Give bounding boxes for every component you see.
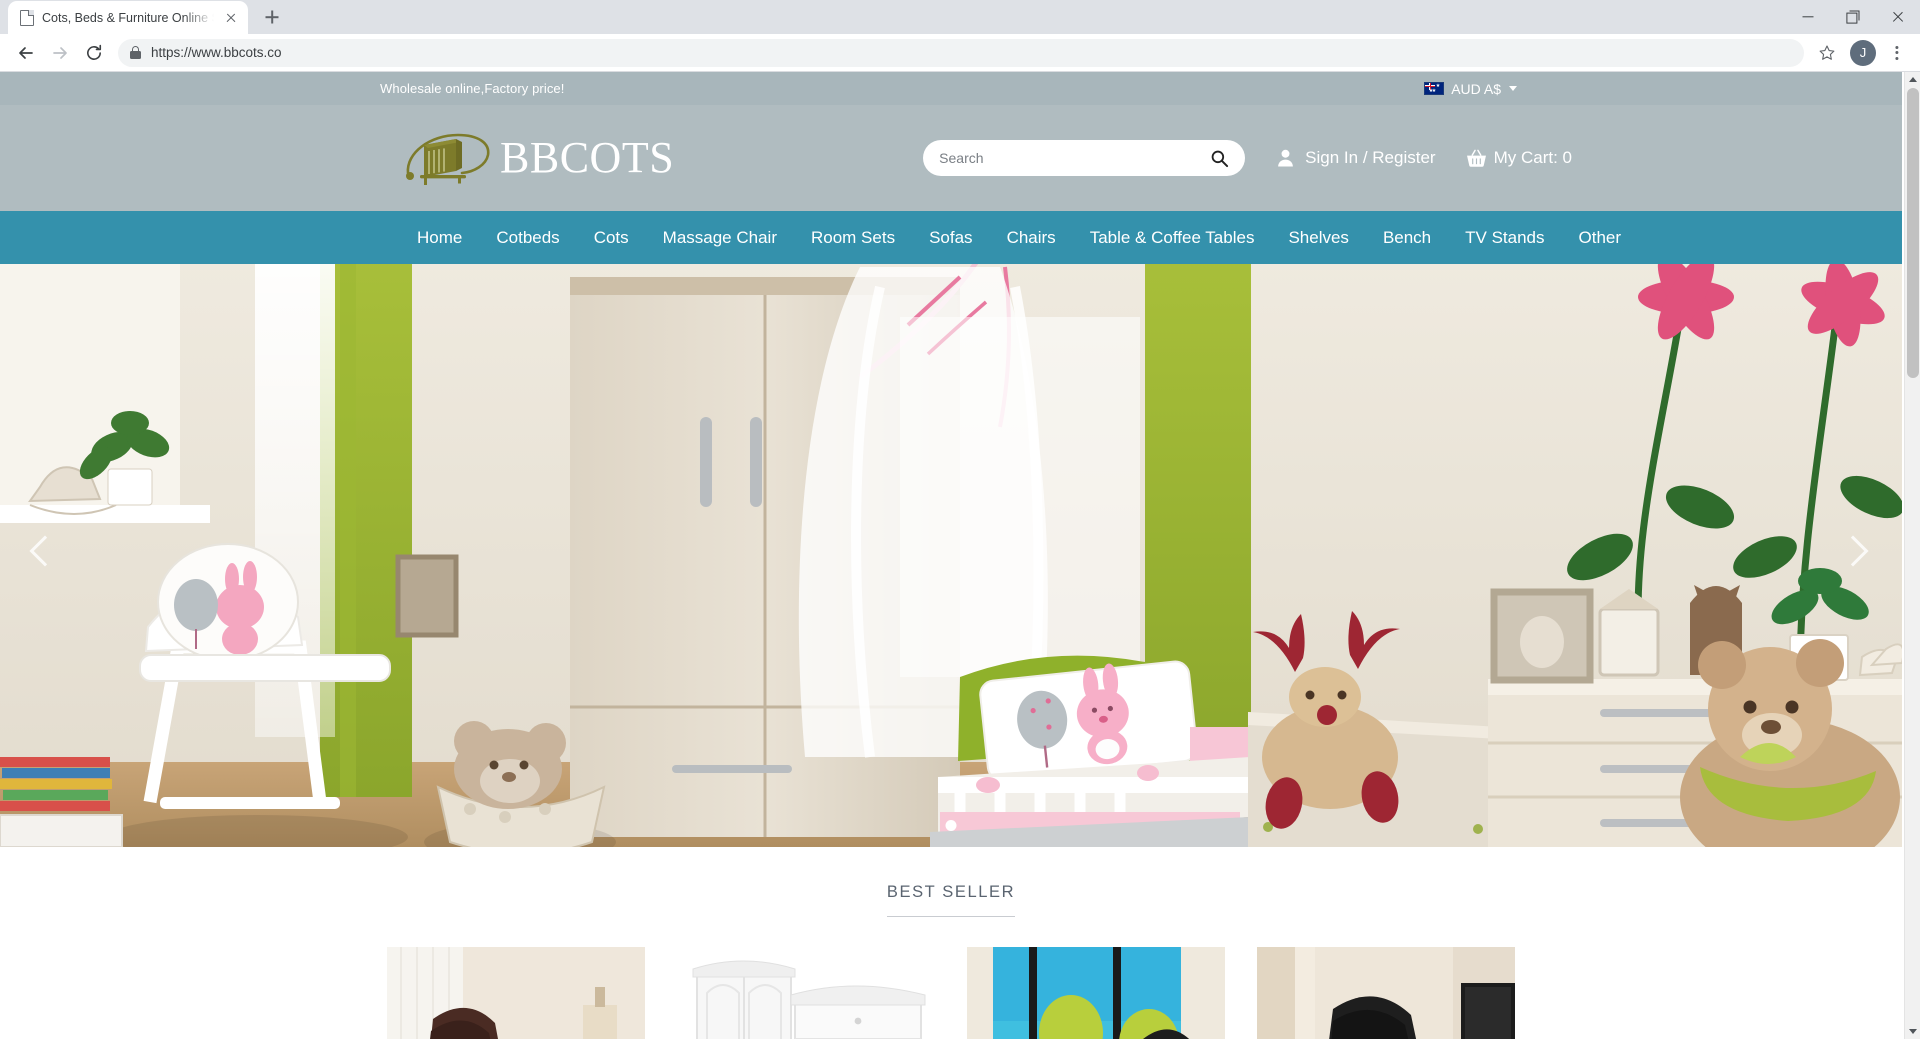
currency-label: AUD A$ (1451, 80, 1501, 97)
logo-text: BBCOTS (500, 133, 675, 182)
best-seller-section: BEST SELLER (0, 847, 1902, 1039)
nav-item-cots[interactable]: Cots (577, 214, 646, 262)
product-card[interactable] (967, 947, 1225, 1039)
browser-window: Cots, Beds & Furniture Online Sto https:… (0, 0, 1920, 1040)
product-card[interactable] (1257, 947, 1515, 1039)
cart-label: My Cart: 0 (1493, 148, 1572, 167)
product-grid (0, 947, 1902, 1039)
hero-image (0, 257, 1902, 847)
scrollbar-thumb[interactable] (1907, 88, 1919, 378)
scroll-up-icon[interactable] (1908, 77, 1917, 82)
new-tab-button[interactable] (258, 3, 286, 31)
url-text: https://www.bbcots.co (151, 45, 282, 60)
avatar[interactable]: J (1850, 39, 1876, 66)
website-content: Wholesale online,Factory price! ★ ★ ★ AU… (0, 72, 1902, 1039)
search-icon[interactable] (1210, 149, 1229, 168)
currency-selector[interactable]: ★ ★ ★ AUD A$ (1424, 81, 1517, 97)
close-window-icon[interactable] (1875, 0, 1920, 34)
reload-icon[interactable] (78, 37, 110, 69)
nav-item-home[interactable]: Home (400, 214, 479, 262)
nav-item-bench[interactable]: Bench (1366, 214, 1448, 262)
nav-item-other[interactable]: Other (1562, 214, 1639, 262)
search-input[interactable] (939, 150, 1211, 166)
page-scrollbar[interactable] (1904, 72, 1920, 1039)
tab-strip: Cots, Beds & Furniture Online Sto (0, 0, 1920, 34)
scroll-down-icon[interactable] (1908, 1029, 1917, 1034)
chevron-down-icon (1509, 86, 1517, 91)
site-header: BBCOTS Search Sign In / Register My Cart… (0, 105, 1902, 211)
browser-tab[interactable]: Cots, Beds & Furniture Online Sto (8, 1, 248, 34)
product-card[interactable] (677, 947, 935, 1039)
carousel-dot-1[interactable] (945, 820, 957, 831)
restore-icon[interactable] (1830, 0, 1875, 34)
back-arrow-icon[interactable] (10, 37, 42, 69)
sign-in-label: Sign In / Register (1305, 148, 1436, 167)
nav-item-tv-stands[interactable]: TV Stands (1448, 214, 1561, 262)
address-bar[interactable]: https://www.bbcots.co (118, 38, 1804, 67)
chevron-right-icon[interactable] (1834, 529, 1880, 575)
cart-link[interactable]: My Cart: 0 (1466, 148, 1572, 168)
product-card[interactable] (387, 947, 645, 1039)
australia-flag-icon: ★ ★ ★ (1424, 82, 1445, 95)
main-navigation: Home Cotbeds Cots Massage Chair Room Set… (0, 211, 1902, 264)
hero-carousel (0, 257, 1902, 847)
user-icon (1277, 149, 1297, 168)
three-dot-menu-icon[interactable] (1884, 38, 1910, 68)
nav-item-massage-chair[interactable]: Massage Chair (646, 214, 794, 262)
star-icon[interactable] (1812, 38, 1842, 68)
minimize-icon[interactable] (1785, 0, 1830, 34)
sign-in-register-link[interactable]: Sign In / Register (1277, 148, 1436, 168)
announcement-text: Wholesale online,Factory price! (380, 81, 565, 96)
nav-item-cotbeds[interactable]: Cotbeds (479, 214, 576, 262)
nav-item-chairs[interactable]: Chairs (990, 214, 1073, 262)
cot-swoosh-logo-icon (400, 127, 496, 189)
browser-toolbar: https://www.bbcots.co J (0, 34, 1920, 72)
forward-arrow-icon[interactable] (44, 37, 76, 69)
page-icon (20, 9, 34, 26)
site-logo[interactable]: BBCOTS (400, 127, 674, 189)
tab-title: Cots, Beds & Furniture Online Sto (42, 10, 214, 25)
chevron-left-icon[interactable] (22, 529, 68, 575)
carousel-dots (945, 820, 957, 831)
header-account-area: Sign In / Register My Cart: 0 (1277, 148, 1572, 168)
page-viewport: Wholesale online,Factory price! ★ ★ ★ AU… (0, 72, 1920, 1039)
nav-item-table-coffee-tables[interactable]: Table & Coffee Tables (1073, 214, 1272, 262)
nav-item-sofas[interactable]: Sofas (912, 214, 989, 262)
window-controls (1785, 0, 1920, 34)
shopping-basket-icon (1466, 149, 1486, 168)
announcement-bar: Wholesale online,Factory price! ★ ★ ★ AU… (0, 72, 1902, 105)
nav-item-shelves[interactable]: Shelves (1271, 214, 1365, 262)
lock-icon (130, 46, 141, 59)
search-bar[interactable] (923, 140, 1246, 176)
nav-item-room-sets[interactable]: Room Sets (794, 214, 912, 262)
best-seller-heading: BEST SELLER (886, 883, 1016, 917)
close-icon[interactable] (222, 9, 240, 27)
